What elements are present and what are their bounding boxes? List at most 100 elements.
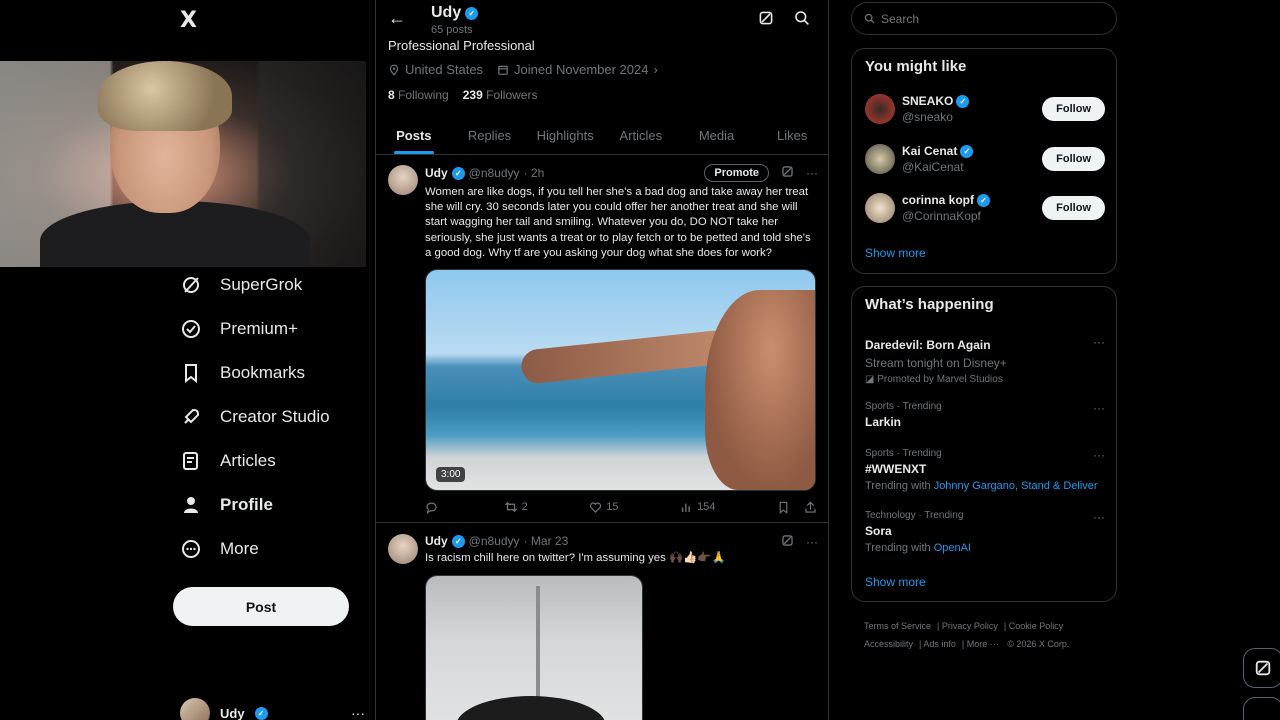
suggestion-name[interactable]: Kai Cenat — [902, 144, 957, 158]
messages-floating-button[interactable] — [1243, 697, 1280, 720]
footer-cookie[interactable]: Cookie Policy — [1009, 621, 1064, 631]
chevron-right-icon[interactable]: › — [653, 62, 657, 77]
trend-item[interactable]: Sports · Trending #WWENXT Trending with … — [865, 448, 1105, 492]
tab-posts[interactable]: Posts — [376, 115, 452, 154]
more-options-icon[interactable]: ··· — [1093, 335, 1105, 349]
suggestion-text: SNEAKO ✓ @sneako — [902, 94, 970, 124]
avatar[interactable] — [388, 165, 418, 195]
show-more-link[interactable]: Show more — [865, 575, 926, 589]
suggestion-handle[interactable]: @CorinnaKopf — [902, 209, 990, 223]
suggestion-text: Kai Cenat ✓ @KaiCenat — [902, 144, 974, 174]
search-box[interactable] — [851, 2, 1117, 35]
footer-privacy[interactable]: Privacy Policy — [942, 621, 998, 631]
profile-timeline: ← Udy ✓ 65 posts Professional Profession… — [375, 0, 829, 720]
promote-button[interactable]: Promote — [704, 164, 769, 182]
nav-item-articles[interactable]: Articles — [180, 443, 276, 479]
back-arrow-icon[interactable]: ← — [388, 8, 406, 29]
tab-media[interactable]: Media — [679, 115, 755, 154]
more-options-icon[interactable]: ··· — [806, 166, 818, 180]
grok-icon[interactable] — [781, 534, 794, 550]
grok-floating-button[interactable] — [1243, 648, 1280, 688]
trend-with-link[interactable]: Johnny Gargano, Stand & Deliver — [934, 480, 1098, 492]
tweet-handle[interactable]: @n8udyy — [469, 534, 520, 548]
tab-highlights[interactable]: Highlights — [527, 115, 603, 154]
following-count: 8 — [388, 88, 395, 102]
verified-badge-icon: ✓ — [451, 534, 465, 548]
show-more-link[interactable]: Show more — [865, 246, 926, 260]
tab-likes[interactable]: Likes — [754, 115, 828, 154]
footer-more[interactable]: More ··· — [967, 639, 999, 649]
like-button[interactable]: 15 — [589, 500, 619, 514]
suggestion-item[interactable]: corinna kopf ✓ @CorinnaKopf Follow — [865, 190, 1105, 226]
footer-ads-info[interactable]: Ads info — [923, 639, 956, 649]
tweet-handle[interactable]: @n8udyy — [469, 166, 520, 180]
repost-icon — [504, 501, 517, 513]
suggestion-handle[interactable]: @KaiCenat — [902, 160, 973, 174]
verified-badge-icon: ✓ — [977, 193, 991, 207]
x-logo-icon[interactable]: X — [180, 8, 197, 33]
repost-button[interactable]: 2 — [504, 500, 528, 514]
more-options-icon[interactable]: ··· — [806, 535, 818, 549]
more-options-icon[interactable]: ··· — [1093, 448, 1105, 462]
tab-articles[interactable]: Articles — [603, 115, 679, 154]
more-options-icon[interactable]: ··· — [1093, 510, 1105, 524]
trend-with: Trending with Johnny Gargano, Stand & De… — [865, 480, 1105, 492]
tweet-author-name[interactable]: Udy — [425, 534, 448, 548]
suggestion-handle[interactable]: @sneako — [902, 110, 969, 124]
grok-icon — [180, 274, 202, 296]
suggestion-name-row: corinna kopf ✓ — [902, 193, 991, 207]
grok-icon[interactable] — [781, 165, 794, 181]
tweet-time[interactable]: · 2h — [524, 166, 545, 180]
following-link[interactable]: 8 Following — [388, 88, 449, 102]
whats-happening-card: What’s happening Daredevil: Born Again S… — [851, 286, 1117, 602]
footer-terms[interactable]: Terms of Service — [864, 621, 931, 631]
trend-item[interactable]: Daredevil: Born Again Stream tonight on … — [865, 335, 1105, 385]
followers-link[interactable]: 239 Followers — [463, 88, 538, 102]
nav-item-bookmarks[interactable]: Bookmarks — [180, 355, 305, 391]
avatar[interactable] — [865, 144, 895, 174]
avatar[interactable] — [388, 534, 418, 564]
nav-item-creator-studio[interactable]: Creator Studio — [180, 399, 330, 435]
post-button[interactable]: Post — [173, 587, 349, 626]
nav-item-premium[interactable]: Premium+ — [180, 311, 298, 347]
avatar[interactable] — [865, 193, 895, 223]
avatar[interactable] — [865, 94, 895, 124]
reply-icon — [426, 502, 437, 514]
trend-title: Sora — [865, 524, 892, 538]
share-icon[interactable] — [804, 500, 817, 514]
search-icon[interactable] — [794, 10, 810, 31]
nav-item-more[interactable]: More — [180, 531, 259, 567]
account-switcher[interactable]: Udy ✓ ··· — [180, 698, 365, 720]
tweet-video[interactable]: 3:00 — [425, 269, 816, 491]
footer-accessibility[interactable]: Accessibility — [864, 639, 913, 649]
suggestion-name[interactable]: corinna kopf — [902, 193, 974, 207]
nav-item-supergrok[interactable]: SuperGrok — [180, 267, 302, 303]
whats-happening-title: What’s happening — [865, 296, 994, 313]
nav-item-profile[interactable]: Profile — [180, 487, 273, 523]
bookmark-icon[interactable] — [777, 501, 790, 514]
more-options-icon[interactable]: ··· — [1093, 401, 1105, 415]
tab-replies[interactable]: Replies — [452, 115, 528, 154]
promoted-text: Promoted by Marvel Studios — [877, 374, 1003, 385]
avatar — [180, 698, 210, 720]
grok-icon[interactable] — [758, 10, 774, 31]
suggestion-item[interactable]: Kai Cenat ✓ @KaiCenat Follow — [865, 141, 1105, 177]
reply-button[interactable] — [425, 500, 442, 514]
views-button[interactable]: 154 — [680, 500, 715, 514]
more-options-icon[interactable]: ··· — [351, 705, 365, 720]
trend-item[interactable]: Sports · Trending Larkin ··· — [865, 401, 1105, 429]
trend-with-link[interactable]: OpenAI — [934, 542, 971, 554]
verified-badge-icon: ✓ — [960, 144, 974, 158]
suggestion-name[interactable]: SNEAKO — [902, 94, 953, 108]
tweet-author-name[interactable]: Udy — [425, 166, 448, 180]
follow-button[interactable]: Follow — [1042, 97, 1105, 121]
suggestion-item[interactable]: SNEAKO ✓ @sneako Follow — [865, 91, 1105, 127]
tweet-time[interactable]: · Mar 23 — [524, 534, 569, 548]
trend-item[interactable]: Technology · Trending Sora Trending with… — [865, 510, 1105, 554]
tweet[interactable]: Udy ✓ @n8udyy · Mar 23 ··· Is racism chi… — [376, 524, 828, 720]
follow-button[interactable]: Follow — [1042, 147, 1105, 171]
search-input[interactable] — [881, 11, 1081, 26]
tweet-photo[interactable] — [425, 575, 643, 720]
tweet[interactable]: Udy ✓ @n8udyy · 2h Promote ··· Women are… — [376, 156, 828, 523]
follow-button[interactable]: Follow — [1042, 196, 1105, 220]
